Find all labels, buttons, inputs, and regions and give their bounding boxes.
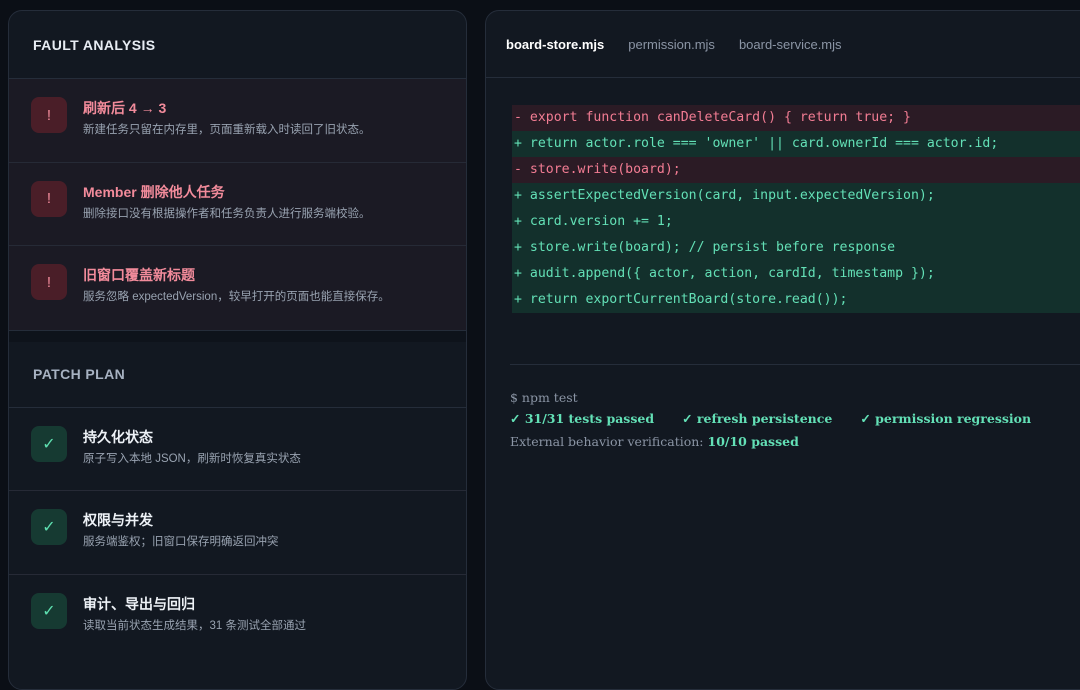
divider (510, 364, 1080, 365)
fault-item[interactable]: ! Member 删除他人任务 删除接口没有根据操作者和任务负责人进行服务端校验… (9, 163, 466, 246)
tab-permission[interactable]: permission.mjs (628, 37, 715, 52)
diff-line-added: + store.write(board); // persist before … (512, 235, 1080, 261)
test-result: ✓ 31/31 tests passed (510, 411, 655, 426)
file-tabs: board-store.mjs permission.mjs board-ser… (486, 11, 1080, 78)
fault-item[interactable]: ! 刷新后 4 → 3 新建任务只留在内存里，页面重新载入时读回了旧状态。 (9, 79, 466, 163)
diff-line-added: + return exportCurrentBoard(store.read()… (512, 287, 1080, 313)
fault-item-desc: 删除接口没有根据操作者和任务负责人进行服务端校验。 (83, 207, 371, 220)
terminal-command: $ npm test (510, 390, 578, 405)
patch-plan-title: PATCH PLAN (33, 366, 126, 382)
fault-item-desc: 服务忽略 expectedVersion，较早打开的页面也能直接保存。 (83, 291, 390, 303)
fault-item[interactable]: ! 旧窗口覆盖新标题 服务忽略 expectedVersion，较早打开的页面也… (9, 246, 466, 330)
patch-plan-header: PATCH PLAN (9, 342, 466, 408)
verification-value: 10/10 passed (707, 434, 799, 449)
fault-item-desc: 新建任务只留在内存里，页面重新载入时读回了旧状态。 (83, 124, 371, 136)
warning-icon: ! (31, 97, 67, 133)
patch-item-desc: 原子写入本地 JSON，刷新时恢复真实状态 (83, 452, 301, 465)
fault-list: ! 刷新后 4 → 3 新建任务只留在内存里，页面重新载入时读回了旧状态。 ! … (9, 79, 466, 330)
code-diff: - export function canDeleteCard() { retu… (512, 105, 1080, 313)
patch-item-title: 审计、导出与回归 (83, 595, 195, 612)
patch-item[interactable]: ✓ 持久化状态 原子写入本地 JSON，刷新时恢复真实状态 (9, 408, 466, 491)
patch-item-desc: 服务端鉴权；旧窗口保存明确返回冲突 (83, 536, 279, 548)
patch-item[interactable]: ✓ 审计、导出与回归 读取当前状态生成结果，31 条测试全部通过 (9, 575, 466, 659)
diff-line-added: + return actor.role === 'owner' || card.… (512, 131, 1080, 157)
patch-item-desc: 读取当前状态生成结果，31 条测试全部通过 (83, 619, 306, 632)
check-icon: ✓ (31, 425, 67, 462)
tab-board-service[interactable]: board-service.mjs (739, 37, 842, 52)
terminal-output: $ npm test ✓ 31/31 tests passed ✓ refres… (510, 388, 1031, 454)
check-icon: ✓ (31, 509, 67, 545)
diff-line-added: + card.version += 1; (512, 209, 1080, 235)
test-results: ✓ 31/31 tests passed ✓ refresh persisten… (510, 408, 1031, 430)
patch-item-title: 持久化状态 (83, 428, 153, 445)
diff-line-removed: - store.write(board); (512, 157, 1080, 183)
test-result: ✓ refresh persistence (682, 411, 833, 426)
fault-analysis-title: FAULT ANALYSIS (33, 36, 156, 53)
test-result: ✓ permission regression (860, 411, 1032, 426)
diff-line-added: + assertExpectedVersion(card, input.expe… (512, 183, 1080, 209)
fault-analysis-header: FAULT ANALYSIS (9, 11, 466, 79)
patch-list: ✓ 持久化状态 原子写入本地 JSON，刷新时恢复真实状态 ✓ 权限与并发 服务… (9, 407, 466, 659)
fault-item-title: 刷新后 4 → 3 (83, 100, 167, 116)
fault-item-title: Member 删除他人任务 (83, 183, 225, 200)
tab-board-store[interactable]: board-store.mjs (506, 37, 604, 52)
diff-line-removed: - export function canDeleteCard() { retu… (512, 105, 1080, 131)
warning-icon: ! (31, 264, 67, 300)
warning-icon: ! (31, 180, 67, 217)
left-panel: FAULT ANALYSIS ! 刷新后 4 → 3 新建任务只留在内存里，页面… (8, 10, 467, 690)
verification-label: External behavior verification: (510, 434, 704, 449)
check-icon: ✓ (31, 592, 67, 629)
fault-item-title: 旧窗口覆盖新标题 (83, 267, 195, 283)
section-gap (9, 329, 466, 342)
diff-line-added: + audit.append({ actor, action, cardId, … (512, 261, 1080, 287)
code-panel: board-store.mjs permission.mjs board-ser… (485, 10, 1080, 690)
patch-item-title: 权限与并发 (83, 512, 153, 528)
patch-item[interactable]: ✓ 权限与并发 服务端鉴权；旧窗口保存明确返回冲突 (9, 491, 466, 575)
verification-line: External behavior verification: 10/10 pa… (510, 430, 1031, 454)
